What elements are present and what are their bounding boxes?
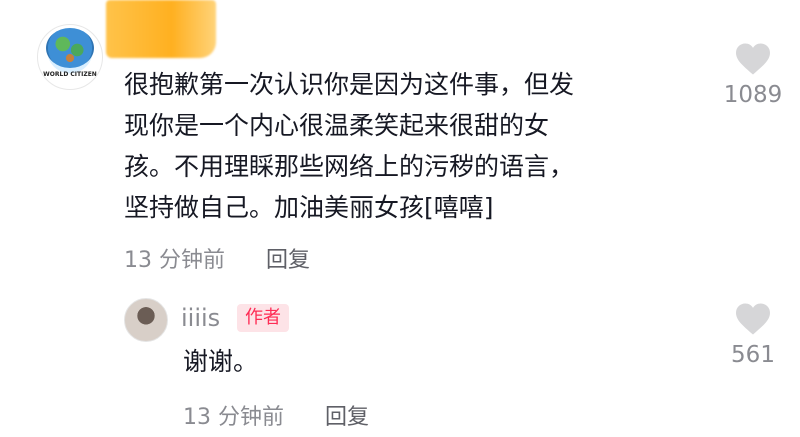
like-count: 561 xyxy=(731,342,775,368)
comment-time: 13 分钟前 xyxy=(124,248,225,273)
author-badge: 作者 xyxy=(237,304,289,332)
heart-icon[interactable] xyxy=(734,302,772,336)
reply-button[interactable]: 回复 xyxy=(266,248,310,273)
comment-line: 现你是一个内心很温柔笑起来很甜的女 xyxy=(124,111,550,140)
comment-meta: 13 分钟前 回复 xyxy=(124,242,310,274)
reply-button[interactable]: 回复 xyxy=(325,405,369,430)
comment-text: 很抱歉第一次认识你是因为这件事，但发 现你是一个内心很温柔笑起来很甜的女 孩。不… xyxy=(124,64,704,228)
comment-line: 坚持做自己。加油美丽女孩[嘻嘻] xyxy=(124,193,494,222)
reply-meta: 13 分钟前 回复 xyxy=(183,399,369,431)
comment-line: 很抱歉第一次认识你是因为这件事，但发 xyxy=(124,70,575,99)
reply-username[interactable]: iiiis xyxy=(181,304,220,332)
like-count: 1089 xyxy=(723,82,783,108)
redacted-username xyxy=(106,0,216,58)
reply-time: 13 分钟前 xyxy=(183,405,284,430)
author-avatar[interactable] xyxy=(124,298,168,342)
heart-icon[interactable] xyxy=(734,42,772,76)
globe-image xyxy=(46,28,94,68)
commenter-avatar[interactable]: WORLD CITIZEN xyxy=(37,24,103,90)
reply-text: 谢谢。 xyxy=(183,347,259,376)
comment-line: 孩。不用理睬那些网络上的污秽的语言， xyxy=(124,152,575,181)
avatar-text: WORLD CITIZEN xyxy=(43,71,97,78)
